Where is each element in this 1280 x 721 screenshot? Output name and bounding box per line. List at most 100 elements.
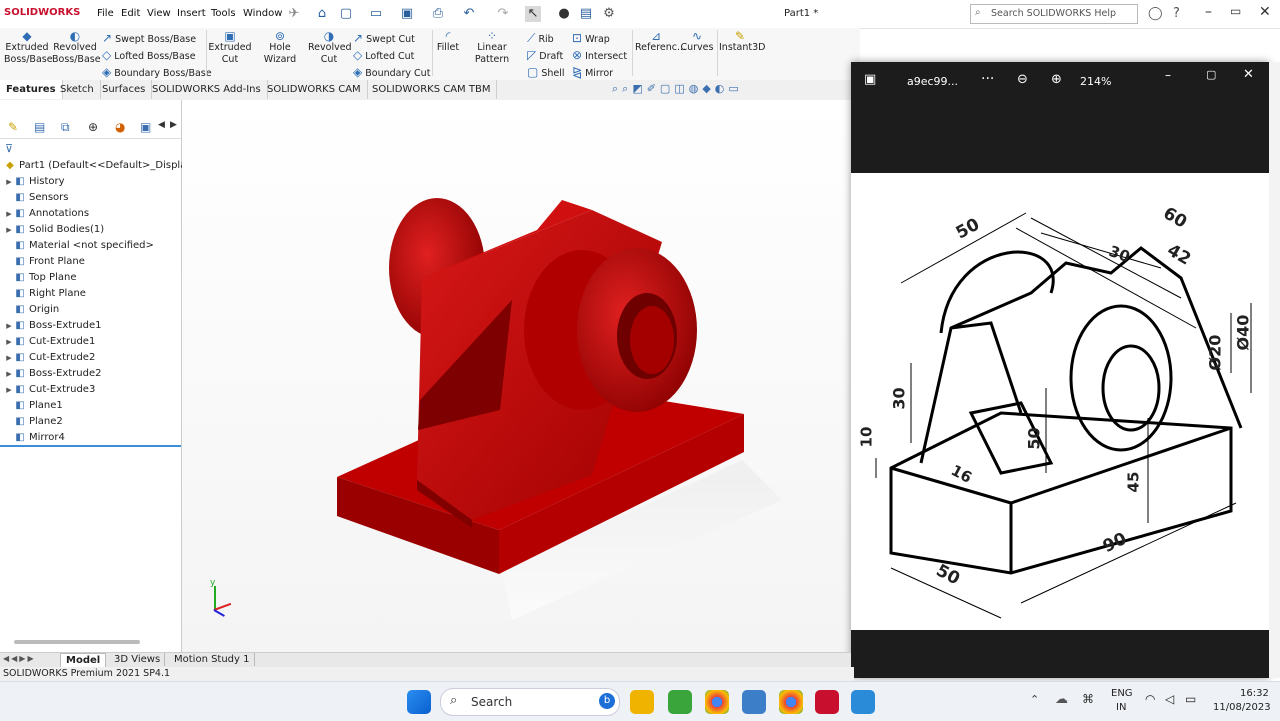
linear-pattern-button[interactable]: ⁘ Linear Pattern [462,30,522,66]
weather-icon[interactable]: ☁ [1055,692,1068,707]
menu-edit[interactable]: Edit [121,8,140,19]
expand-arrow-icon[interactable]: ▶ [4,382,14,398]
volume-icon[interactable]: ◁ [1165,692,1174,706]
menu-window[interactable]: Window [243,8,282,19]
pin-icon[interactable]: ✈ [286,6,302,22]
gallery-icon[interactable]: ▣ [864,72,876,87]
tab-model[interactable]: Model [60,653,107,668]
reference-geometry-button[interactable]: ⊿ Referenc... [635,30,686,54]
property-manager-icon[interactable]: ▤ [34,120,45,134]
tree-item[interactable]: ▶ ◧ Solid Bodies(1) [4,222,104,238]
tree-item[interactable]: ◧ Material <not specified> [4,238,154,254]
filter-icon[interactable]: ⊽ [5,142,13,155]
calculator-icon[interactable] [742,690,766,714]
instant3d-button[interactable]: ✎ Instant3D [719,30,765,54]
tab-addins[interactable]: SOLIDWORKS Add-Ins [146,80,268,99]
rib-button[interactable]: ⟋ Rib [527,31,554,46]
tree-item[interactable]: ◧ Plane1 [4,398,63,414]
horizontal-scrollbar[interactable] [14,640,140,644]
feature-manager-icon[interactable]: ✎ [8,120,18,134]
viewer-close-icon[interactable]: ✕ [1243,67,1254,82]
print-icon[interactable]: ⎙ [430,6,446,22]
clock-time[interactable]: 16:32 [1240,688,1269,699]
undo-icon[interactable]: ↶ [461,6,477,22]
help-icon[interactable]: ? [1173,6,1180,21]
hole-wizard-button[interactable]: ⊚ Hole Wizard [254,30,306,66]
menu-file[interactable]: File [97,8,114,19]
lofted-boss-button[interactable]: ◇ Lofted Boss/Base [102,48,196,62]
tab-motion-study[interactable]: Motion Study 1 [170,653,255,666]
tree-item[interactable]: ▶ ◧ Cut-Extrude3 [4,382,95,398]
tree-item[interactable]: ◧ Top Plane [4,270,76,286]
bluetooth-icon[interactable]: ⌘ [1082,692,1094,706]
options-gear-icon[interactable]: ⚙ [601,6,617,22]
tab-surfaces[interactable]: Surfaces [96,80,153,99]
draft-button[interactable]: ◸ Draft [527,48,563,62]
chrome-icon[interactable] [705,690,729,714]
photos-icon[interactable] [851,690,875,714]
boundary-cut-button[interactable]: ◈ Boundary Cut [353,65,430,79]
help-search-box[interactable]: ⌕ Search SOLIDWORKS Help [970,4,1138,24]
tree-item[interactable]: ▶ ◧ Cut-Extrude2 [4,350,95,366]
battery-icon[interactable]: ▭ [1185,692,1196,706]
tree-item[interactable]: ▶ ◧ Boss-Extrude1 [4,318,101,334]
home-icon[interactable]: ⌂ [314,6,330,22]
tree-item[interactable]: ◧ Mirror4 [4,430,65,446]
camtasia-icon[interactable] [668,690,692,714]
tab-cam[interactable]: SOLIDWORKS CAM [261,80,368,99]
tree-item[interactable]: ▶ ◧ Annotations [4,206,89,222]
wrap-button[interactable]: ⊡ Wrap [572,31,610,45]
tab-3d-views[interactable]: 3D Views [110,653,166,666]
technical-drawing-image[interactable]: 50 60 30 42 Ø20 Ø40 30 10 50 16 45 90 50 [851,173,1269,630]
clock-date[interactable]: 11/08/2023 [1213,702,1271,713]
view-heads-up-toolbar[interactable]: ⌕⌕◩✐▢◫◍◆◐▭ [612,82,743,96]
menu-tools[interactable]: Tools [211,8,236,19]
boundary-boss-button[interactable]: ◈ Boundary Boss/Base [102,65,212,79]
tree-item[interactable]: ▶ ◧ Cut-Extrude1 [4,334,95,350]
lofted-cut-button[interactable]: ◇ Lofted Cut [353,48,414,62]
zoom-in-icon[interactable]: ⊕ [1051,72,1062,87]
file-properties-icon[interactable]: ▤ [578,6,594,22]
minimize-icon[interactable]: – [1205,4,1212,20]
revolved-cut-button[interactable]: ◑ Revolved Cut [308,30,352,66]
tab-nav-arrows-icon[interactable]: ◀◀▶▶ [3,654,36,663]
cam-manager-icon[interactable]: ▣ [140,120,151,134]
traffic-light-icon[interactable]: ● [556,6,572,22]
expand-arrow-icon[interactable]: ▶ [4,174,14,190]
expand-arrow-icon[interactable]: ▶ [4,222,14,238]
viewer-maximize-icon[interactable]: ▢ [1206,68,1216,81]
more-options-icon[interactable]: ··· [981,71,994,87]
shell-button[interactable]: ▢ Shell [527,65,565,79]
tab-sketch[interactable]: Sketch [54,80,101,99]
tree-item[interactable]: ◧ Front Plane [4,254,85,270]
expand-arrow-icon[interactable]: ▶ [4,318,14,334]
display-manager-icon[interactable]: ◕ [115,120,125,134]
extruded-boss-button[interactable]: ◆ Extruded Boss/Base [4,30,53,66]
intersect-button[interactable]: ⊗ Intersect [572,48,627,62]
open-icon[interactable]: ▭ [368,6,384,22]
start-icon[interactable] [407,690,431,714]
wifi-icon[interactable]: ◠ [1145,692,1155,706]
tree-item[interactable]: ▶ ◧ History [4,174,64,190]
tree-item[interactable]: ▶ ◧ Boss-Extrude2 [4,366,101,382]
chrome-profile-icon[interactable] [779,690,803,714]
language-secondary[interactable]: IN [1116,702,1126,713]
fillet-button[interactable]: ◜ Fillet [436,30,460,54]
swept-cut-button[interactable]: ↗ Swept Cut [353,31,415,45]
expand-arrow-icon[interactable]: ▶ [4,206,14,222]
graphics-area[interactable]: y [182,100,852,652]
curves-button[interactable]: ∿ Curves [680,30,714,54]
redo-icon[interactable]: ↷ [495,6,511,22]
tray-chevron-icon[interactable]: ⌃ [1030,693,1039,706]
menu-view[interactable]: View [147,8,171,19]
revolved-boss-button[interactable]: ◐ Revolved Boss/Base [52,30,101,66]
viewer-minimize-icon[interactable]: – [1165,68,1171,82]
tree-item[interactable]: ◧ Sensors [4,190,68,206]
solidworks-taskbar-icon[interactable] [815,690,839,714]
expand-arrow-icon[interactable]: ▶ [4,366,14,382]
right-task-pane-strip[interactable] [1269,62,1280,678]
tree-item[interactable]: ◧ Plane2 [4,414,63,430]
tree-item[interactable]: ◧ Right Plane [4,286,86,302]
tab-cam-tbm[interactable]: SOLIDWORKS CAM TBM [366,80,498,99]
expand-arrow-icon[interactable]: ▶ [4,334,14,350]
